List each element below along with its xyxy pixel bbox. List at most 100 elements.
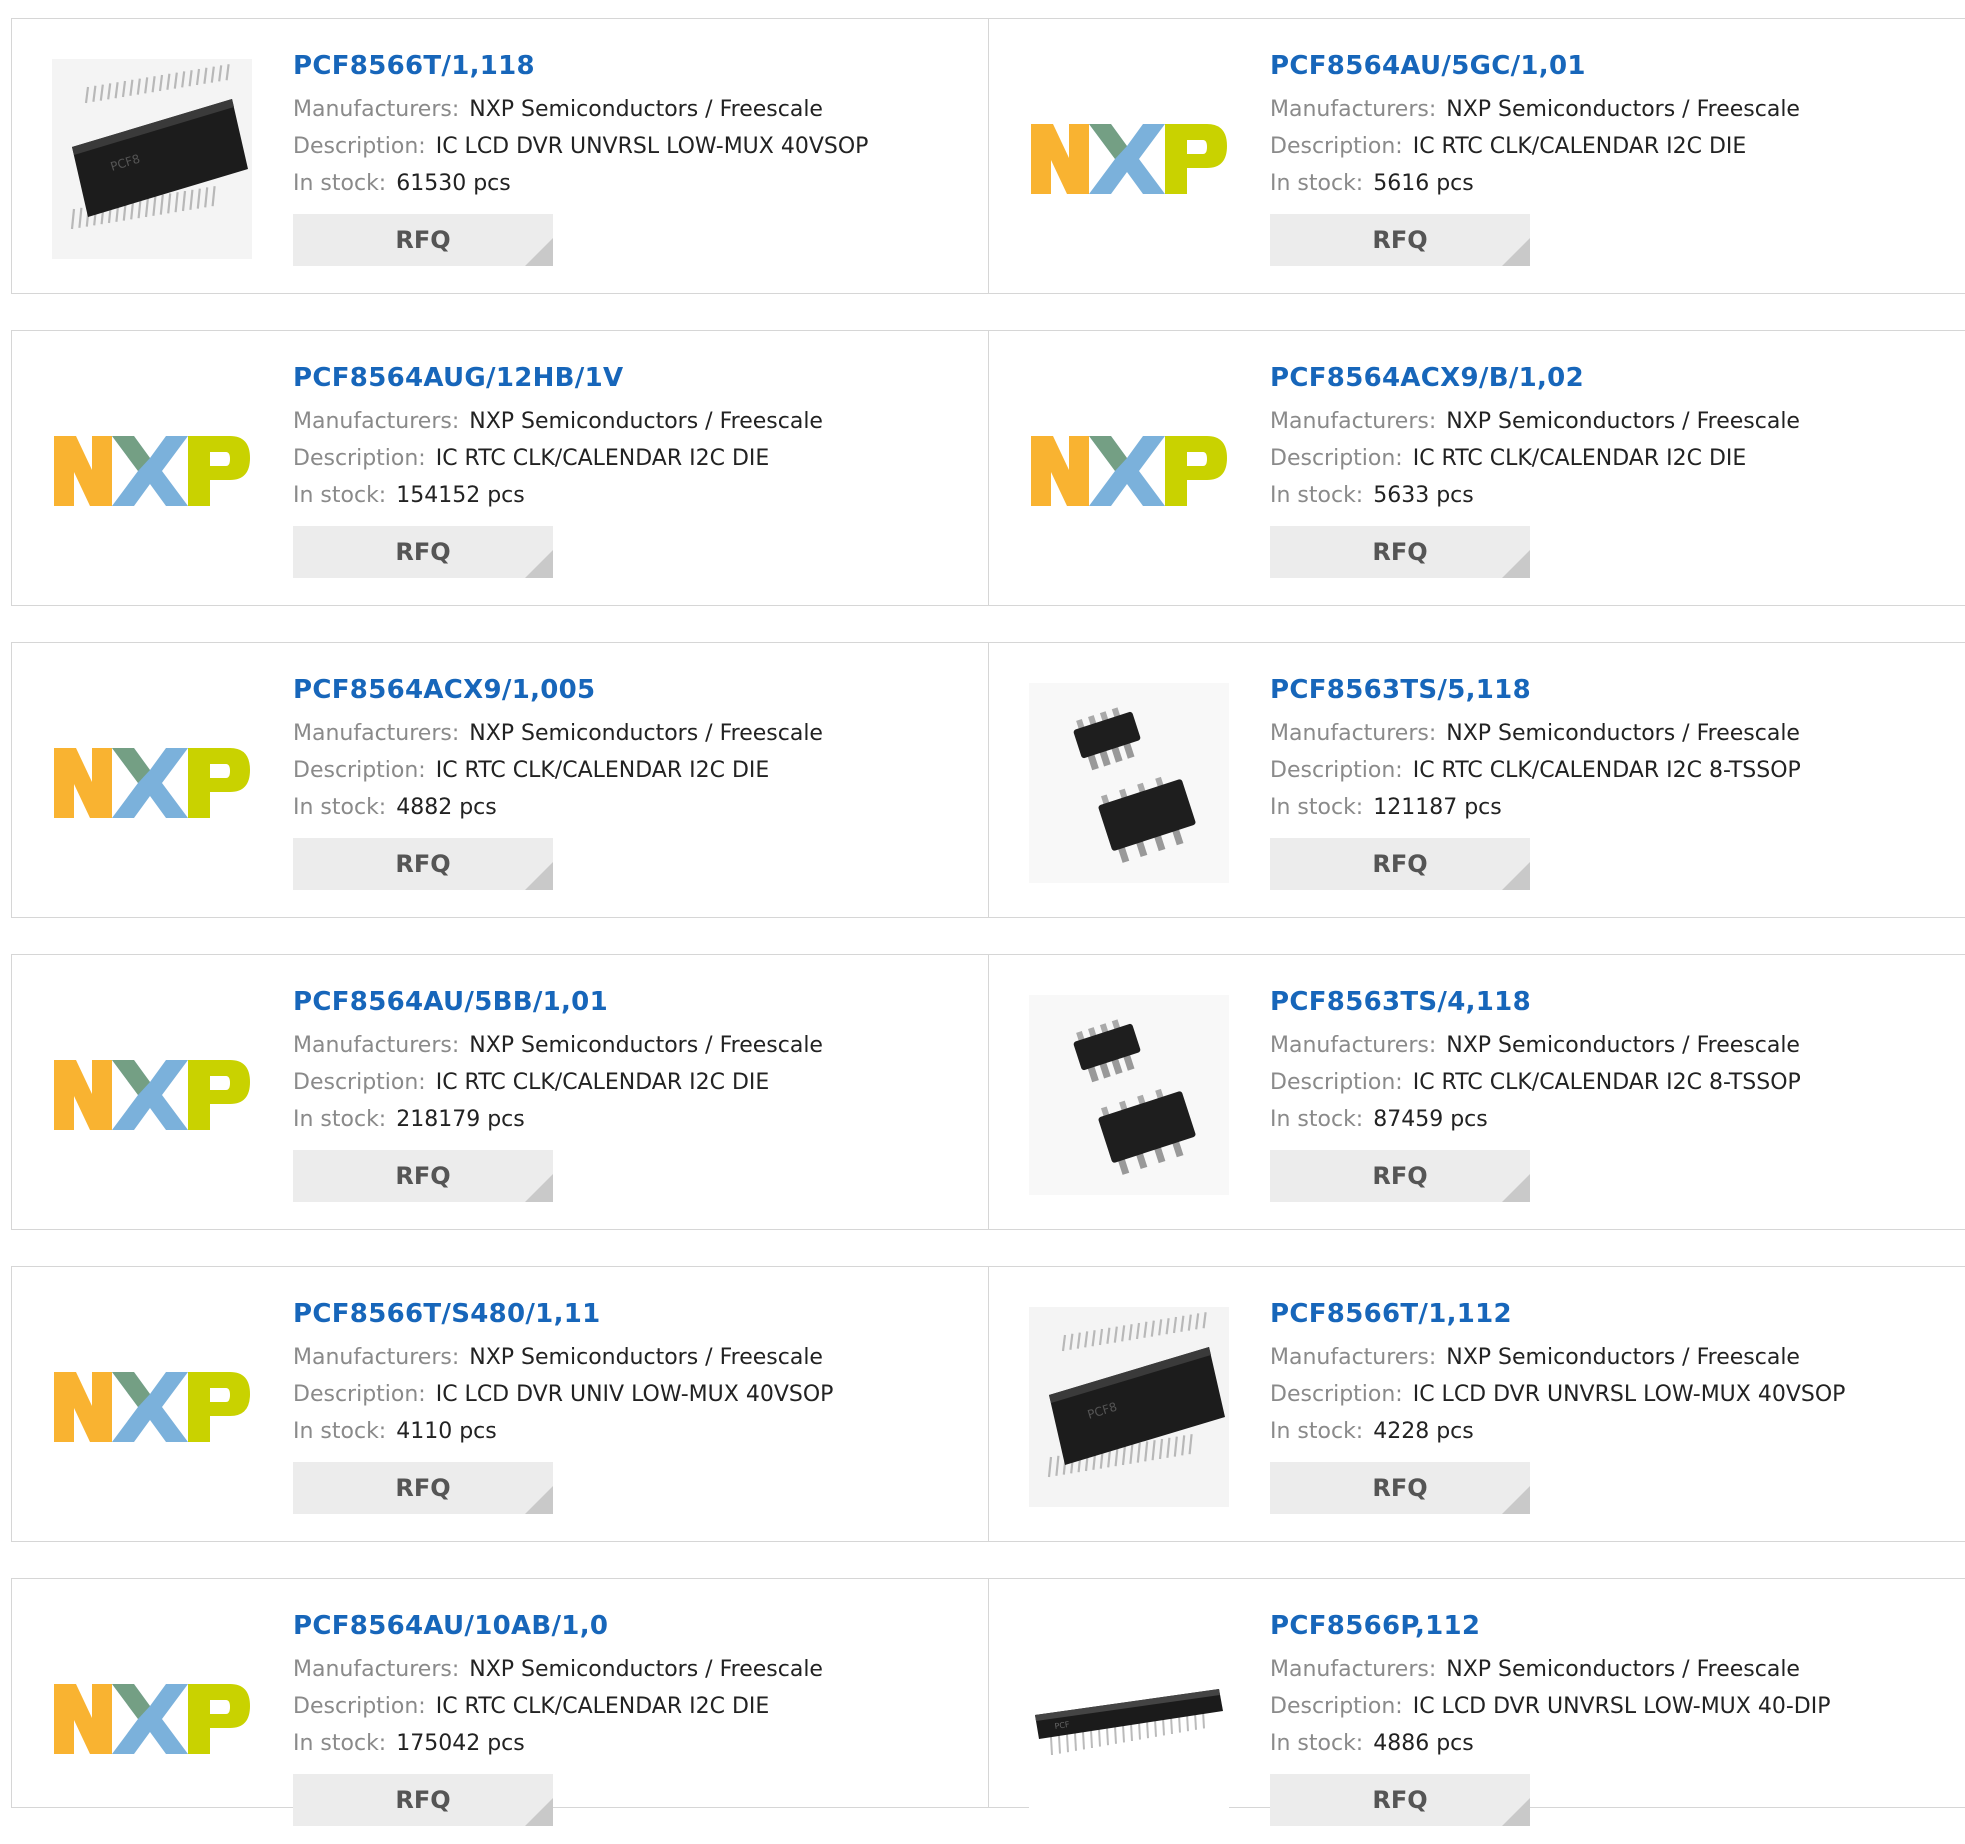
- product-card: PCF8564ACX9/B/1,02 Manufacturers: NXP Sem…: [989, 330, 1965, 606]
- in-stock-label: In stock:: [293, 1419, 387, 1444]
- product-card: PCF8566T/S480/1,11 Manufacturers: NXP Sem…: [11, 1266, 989, 1542]
- stock-value: 121187 pcs: [1373, 795, 1502, 820]
- in-stock-label: In stock:: [1270, 795, 1364, 820]
- product-card: PCF8564ACX9/1,005 Manufacturers: NXP Semi…: [11, 642, 989, 918]
- product-grid: PCF8 PCF8566T/1,118 Manufacturers: NXP Se…: [11, 18, 1965, 1844]
- stock-row: In stock: 175042 pcs: [293, 1725, 823, 1762]
- product-image[interactable]: [52, 683, 252, 883]
- description-value: IC RTC CLK/CALENDAR I2C DIE: [435, 758, 770, 783]
- rfq-button[interactable]: RFQ: [293, 1150, 553, 1202]
- part-number-link[interactable]: PCF8564ACX9/B/1,02: [1270, 361, 1800, 395]
- description-row: Description: IC RTC CLK/CALENDAR I2C DIE: [293, 1688, 823, 1725]
- in-stock-label: In stock:: [293, 795, 387, 820]
- rfq-button[interactable]: RFQ: [293, 1462, 553, 1514]
- description-row: Description: IC RTC CLK/CALENDAR I2C DIE: [1270, 128, 1800, 165]
- description-value: IC LCD DVR UNVRSL LOW-MUX 40VSOP: [1412, 1382, 1846, 1407]
- rfq-button[interactable]: RFQ: [1270, 838, 1530, 890]
- manufacturer-row: Manufacturers: NXP Semiconductors / Frees…: [1270, 1339, 1845, 1376]
- part-number-link[interactable]: PCF8564AU/10AB/1,0: [293, 1609, 823, 1643]
- tssop-chip-icon: [1029, 995, 1229, 1195]
- manufacturers-label: Manufacturers:: [293, 1345, 460, 1370]
- manufacturer-row: Manufacturers: NXP Semiconductors / Frees…: [1270, 91, 1800, 128]
- manufacturers-label: Manufacturers:: [1270, 721, 1437, 746]
- product-info: PCF8564AU/10AB/1,0 Manufacturers: NXP Sem…: [293, 1609, 823, 1826]
- in-stock-label: In stock:: [293, 171, 387, 196]
- product-image[interactable]: [52, 371, 252, 571]
- manufacturer-row: Manufacturers: NXP Semiconductors / Frees…: [293, 1027, 823, 1064]
- part-number-link[interactable]: PCF8564AUG/12HB/1V: [293, 361, 823, 395]
- rfq-button[interactable]: RFQ: [1270, 1150, 1530, 1202]
- product-image[interactable]: [52, 1619, 252, 1819]
- in-stock-label: In stock:: [293, 1731, 387, 1756]
- nxp-logo-icon: [54, 436, 250, 506]
- product-image[interactable]: [52, 1307, 252, 1507]
- manufacturer-row: Manufacturers: NXP Semiconductors / Frees…: [1270, 1651, 1830, 1688]
- stock-row: In stock: 5633 pcs: [1270, 477, 1800, 514]
- rfq-button[interactable]: RFQ: [293, 526, 553, 578]
- product-card: PCF8563TS/4,118 Manufacturers: NXP Semico…: [989, 954, 1965, 1230]
- part-number-link[interactable]: PCF8566T/S480/1,11: [293, 1297, 833, 1331]
- description-value: IC RTC CLK/CALENDAR I2C DIE: [435, 1694, 770, 1719]
- part-number-link[interactable]: PCF8564AU/5GC/1,01: [1270, 49, 1800, 83]
- nxp-logo-icon: [1031, 124, 1227, 194]
- product-image[interactable]: [1029, 995, 1229, 1195]
- stock-value: 5616 pcs: [1373, 171, 1474, 196]
- part-number-link[interactable]: PCF8564ACX9/1,005: [293, 673, 823, 707]
- product-info: PCF8564AU/5GC/1,01 Manufacturers: NXP Sem…: [1270, 49, 1800, 266]
- product-image[interactable]: PCF8: [52, 59, 252, 259]
- rfq-button[interactable]: RFQ: [293, 214, 553, 266]
- product-row: PCF8564AU/5BB/1,01 Manufacturers: NXP Sem…: [11, 954, 1965, 1230]
- description-label: Description:: [293, 134, 426, 159]
- description-row: Description: IC LCD DVR UNVRSL LOW-MUX 40…: [1270, 1376, 1845, 1413]
- manufacturer-row: Manufacturers: NXP Semiconductors / Frees…: [293, 403, 823, 440]
- manufacturer-value: NXP Semiconductors / Freescale: [1446, 97, 1800, 122]
- manufacturer-row: Manufacturers: NXP Semiconductors / Frees…: [1270, 1027, 1801, 1064]
- rfq-button[interactable]: RFQ: [1270, 214, 1530, 266]
- part-number-link[interactable]: PCF8563TS/4,118: [1270, 985, 1801, 1019]
- product-info: PCF8566T/S480/1,11 Manufacturers: NXP Sem…: [293, 1297, 833, 1514]
- product-image[interactable]: [1029, 59, 1229, 259]
- tssop-chip-icon: [1029, 683, 1229, 883]
- dip-chip-icon: PCF: [1029, 1619, 1229, 1819]
- description-value: IC RTC CLK/CALENDAR I2C DIE: [435, 1070, 770, 1095]
- description-label: Description:: [1270, 134, 1403, 159]
- description-label: Description:: [1270, 758, 1403, 783]
- description-label: Description:: [293, 1694, 426, 1719]
- stock-value: 4228 pcs: [1373, 1419, 1474, 1444]
- stock-value: 154152 pcs: [396, 483, 525, 508]
- description-row: Description: IC RTC CLK/CALENDAR I2C DIE: [293, 1064, 823, 1101]
- manufacturers-label: Manufacturers:: [293, 97, 460, 122]
- part-number-link[interactable]: PCF8566T/1,112: [1270, 1297, 1845, 1331]
- description-label: Description:: [293, 1382, 426, 1407]
- description-label: Description:: [293, 1070, 426, 1095]
- product-image[interactable]: [1029, 683, 1229, 883]
- product-image[interactable]: PCF8: [1029, 1307, 1229, 1507]
- rfq-button[interactable]: RFQ: [1270, 1774, 1530, 1826]
- product-image[interactable]: [1029, 371, 1229, 571]
- manufacturer-row: Manufacturers: NXP Semiconductors / Frees…: [1270, 715, 1801, 752]
- rfq-button[interactable]: RFQ: [293, 838, 553, 890]
- manufacturer-row: Manufacturers: NXP Semiconductors / Frees…: [293, 91, 868, 128]
- stock-value: 175042 pcs: [396, 1731, 525, 1756]
- stock-row: In stock: 4886 pcs: [1270, 1725, 1830, 1762]
- product-image[interactable]: PCF: [1029, 1619, 1229, 1819]
- stock-row: In stock: 4110 pcs: [293, 1413, 833, 1450]
- part-number-link[interactable]: PCF8563TS/5,118: [1270, 673, 1801, 707]
- rfq-button[interactable]: RFQ: [1270, 526, 1530, 578]
- product-card: PCF8564AU/10AB/1,0 Manufacturers: NXP Sem…: [11, 1578, 989, 1826]
- part-number-link[interactable]: PCF8566P,112: [1270, 1609, 1830, 1643]
- description-row: Description: IC LCD DVR UNIV LOW-MUX 40VS…: [293, 1376, 833, 1413]
- manufacturers-label: Manufacturers:: [1270, 409, 1437, 434]
- product-row: PCF8564ACX9/1,005 Manufacturers: NXP Semi…: [11, 642, 1965, 918]
- part-number-link[interactable]: PCF8566T/1,118: [293, 49, 868, 83]
- manufacturer-value: NXP Semiconductors / Freescale: [469, 721, 823, 746]
- rfq-button[interactable]: RFQ: [293, 1774, 553, 1826]
- rfq-button[interactable]: RFQ: [1270, 1462, 1530, 1514]
- description-label: Description:: [1270, 446, 1403, 471]
- product-image[interactable]: [52, 995, 252, 1195]
- manufacturer-value: NXP Semiconductors / Freescale: [1446, 1345, 1800, 1370]
- part-number-link[interactable]: PCF8564AU/5BB/1,01: [293, 985, 823, 1019]
- product-row: PCF8 PCF8566T/1,118 Manufacturers: NXP Se…: [11, 18, 1965, 294]
- product-card: PCF8563TS/5,118 Manufacturers: NXP Semico…: [989, 642, 1965, 918]
- in-stock-label: In stock:: [293, 1107, 387, 1132]
